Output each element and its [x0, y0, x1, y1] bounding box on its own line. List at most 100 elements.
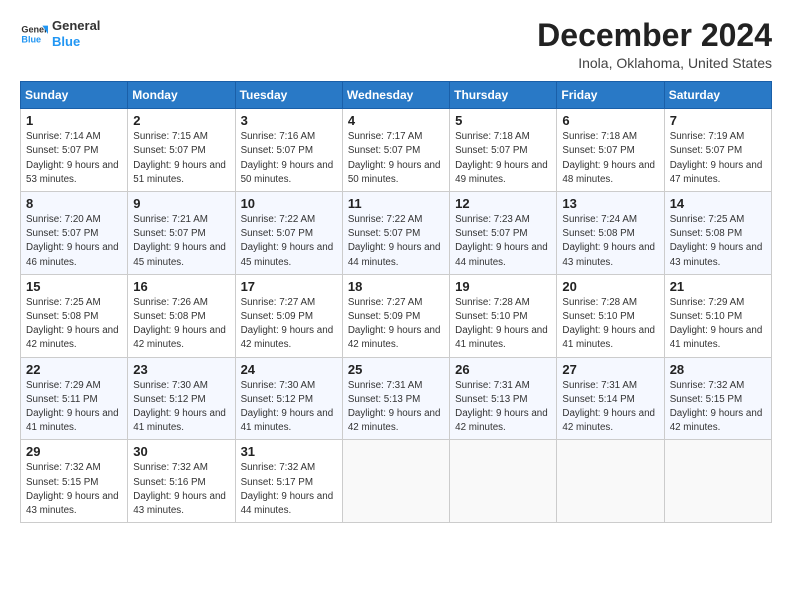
- day-info: Sunrise: 7:30 AMSunset: 5:12 PMDaylight:…: [133, 379, 229, 436]
- calendar-cell: 6 Sunrise: 7:18 AMSunset: 5:07 PMDaylight…: [557, 109, 664, 192]
- day-number: 8: [26, 196, 122, 211]
- day-number: 21: [670, 279, 766, 294]
- day-info: Sunrise: 7:31 AMSunset: 5:13 PMDaylight:…: [455, 379, 551, 436]
- day-info: Sunrise: 7:32 AMSunset: 5:15 PMDaylight:…: [670, 379, 766, 436]
- svg-text:Blue: Blue: [21, 34, 41, 44]
- day-number: 11: [348, 196, 444, 211]
- day-number: 24: [241, 362, 337, 377]
- col-header-wednesday: Wednesday: [342, 82, 449, 109]
- day-info: Sunrise: 7:32 AMSunset: 5:17 PMDaylight:…: [241, 461, 337, 518]
- calendar-cell: 27 Sunrise: 7:31 AMSunset: 5:14 PMDayligh…: [557, 357, 664, 440]
- day-number: 6: [562, 113, 658, 128]
- day-info: Sunrise: 7:23 AMSunset: 5:07 PMDaylight:…: [455, 213, 551, 270]
- day-number: 28: [670, 362, 766, 377]
- logo-blue: Blue: [52, 34, 100, 50]
- day-info: Sunrise: 7:31 AMSunset: 5:14 PMDaylight:…: [562, 379, 658, 436]
- day-number: 16: [133, 279, 229, 294]
- calendar-cell: 2Sunrise: 7:15 AMSunset: 5:07 PMDaylight…: [128, 109, 235, 192]
- day-number: 19: [455, 279, 551, 294]
- calendar-cell: 14Sunrise: 7:25 AMSunset: 5:08 PMDayligh…: [664, 192, 771, 275]
- col-header-sunday: Sunday: [21, 82, 128, 109]
- calendar-cell: 19 Sunrise: 7:28 AMSunset: 5:10 PMDayligh…: [450, 274, 557, 357]
- calendar-cell: [342, 440, 449, 523]
- day-info: Sunrise: 7:28 AMSunset: 5:10 PMDaylight:…: [455, 296, 551, 353]
- day-info: Sunrise: 7:29 AMSunset: 5:11 PMDaylight:…: [26, 379, 122, 436]
- calendar-week-2: 8 Sunrise: 7:20 AMSunset: 5:07 PMDaylight…: [21, 192, 772, 275]
- day-info: Sunrise: 7:31 AMSunset: 5:13 PMDaylight:…: [348, 379, 444, 436]
- day-number: 1: [26, 113, 122, 128]
- title-block: December 2024 Inola, Oklahoma, United St…: [537, 18, 772, 71]
- day-number: 27: [562, 362, 658, 377]
- day-info: Sunrise: 7:28 AMSunset: 5:10 PMDaylight:…: [562, 296, 658, 353]
- calendar-cell: [557, 440, 664, 523]
- day-info: Sunrise: 7:30 AMSunset: 5:12 PMDaylight:…: [241, 379, 337, 436]
- day-number: 20: [562, 279, 658, 294]
- day-info: Sunrise: 7:27 AMSunset: 5:09 PMDaylight:…: [241, 296, 337, 353]
- day-info: Sunrise: 7:24 AMSunset: 5:08 PMDaylight:…: [562, 213, 658, 270]
- calendar-cell: 31 Sunrise: 7:32 AMSunset: 5:17 PMDayligh…: [235, 440, 342, 523]
- calendar-cell: 4 Sunrise: 7:17 AMSunset: 5:07 PMDaylight…: [342, 109, 449, 192]
- day-info: Sunrise: 7:14 AMSunset: 5:07 PMDaylight:…: [26, 130, 122, 187]
- calendar-cell: 28 Sunrise: 7:32 AMSunset: 5:15 PMDayligh…: [664, 357, 771, 440]
- day-number: 13: [562, 196, 658, 211]
- day-info: Sunrise: 7:25 AMSunset: 5:08 PMDaylight:…: [26, 296, 122, 353]
- col-header-saturday: Saturday: [664, 82, 771, 109]
- day-number: 23: [133, 362, 229, 377]
- day-info: Sunrise: 7:29 AMSunset: 5:10 PMDaylight:…: [670, 296, 766, 353]
- page-title: December 2024: [537, 18, 772, 53]
- day-info: Sunrise: 7:18 AMSunset: 5:07 PMDaylight:…: [562, 130, 658, 187]
- calendar-cell: 11Sunrise: 7:22 AMSunset: 5:07 PMDayligh…: [342, 192, 449, 275]
- calendar-cell: 10Sunrise: 7:22 AMSunset: 5:07 PMDayligh…: [235, 192, 342, 275]
- calendar-cell: [450, 440, 557, 523]
- calendar-table: SundayMondayTuesdayWednesdayThursdayFrid…: [20, 81, 772, 523]
- day-number: 31: [241, 444, 337, 459]
- day-number: 26: [455, 362, 551, 377]
- col-header-friday: Friday: [557, 82, 664, 109]
- day-number: 9: [133, 196, 229, 211]
- day-info: Sunrise: 7:27 AMSunset: 5:09 PMDaylight:…: [348, 296, 444, 353]
- day-number: 29: [26, 444, 122, 459]
- calendar-cell: 17 Sunrise: 7:27 AMSunset: 5:09 PMDayligh…: [235, 274, 342, 357]
- calendar-cell: 8 Sunrise: 7:20 AMSunset: 5:07 PMDaylight…: [21, 192, 128, 275]
- day-number: 4: [348, 113, 444, 128]
- calendar-cell: 3 Sunrise: 7:16 AMSunset: 5:07 PMDaylight…: [235, 109, 342, 192]
- day-number: 22: [26, 362, 122, 377]
- day-info: Sunrise: 7:22 AMSunset: 5:07 PMDaylight:…: [241, 213, 337, 270]
- day-number: 3: [241, 113, 337, 128]
- day-number: 17: [241, 279, 337, 294]
- col-header-thursday: Thursday: [450, 82, 557, 109]
- calendar-week-4: 22 Sunrise: 7:29 AMSunset: 5:11 PMDayligh…: [21, 357, 772, 440]
- calendar-cell: 15 Sunrise: 7:25 AMSunset: 5:08 PMDayligh…: [21, 274, 128, 357]
- logo: General Blue General Blue: [20, 18, 100, 49]
- logo-icon: General Blue: [20, 20, 48, 48]
- calendar-cell: 1 Sunrise: 7:14 AMSunset: 5:07 PMDaylight…: [21, 109, 128, 192]
- calendar-week-1: 1 Sunrise: 7:14 AMSunset: 5:07 PMDaylight…: [21, 109, 772, 192]
- col-header-monday: Monday: [128, 82, 235, 109]
- day-number: 30: [133, 444, 229, 459]
- calendar-cell: 23 Sunrise: 7:30 AMSunset: 5:12 PMDayligh…: [128, 357, 235, 440]
- col-header-tuesday: Tuesday: [235, 82, 342, 109]
- day-info: Sunrise: 7:19 AMSunset: 5:07 PMDaylight:…: [670, 130, 766, 187]
- calendar-cell: 18Sunrise: 7:27 AMSunset: 5:09 PMDayligh…: [342, 274, 449, 357]
- calendar-cell: 13 Sunrise: 7:24 AMSunset: 5:08 PMDayligh…: [557, 192, 664, 275]
- day-number: 15: [26, 279, 122, 294]
- calendar-cell: 5 Sunrise: 7:18 AMSunset: 5:07 PMDaylight…: [450, 109, 557, 192]
- day-info: Sunrise: 7:18 AMSunset: 5:07 PMDaylight:…: [455, 130, 551, 187]
- day-info: Sunrise: 7:26 AMSunset: 5:08 PMDaylight:…: [133, 296, 229, 353]
- day-info: Sunrise: 7:32 AMSunset: 5:16 PMDaylight:…: [133, 461, 229, 518]
- day-info: Sunrise: 7:17 AMSunset: 5:07 PMDaylight:…: [348, 130, 444, 187]
- day-number: 25: [348, 362, 444, 377]
- calendar-cell: 21 Sunrise: 7:29 AMSunset: 5:10 PMDayligh…: [664, 274, 771, 357]
- calendar-cell: 29Sunrise: 7:32 AMSunset: 5:15 PMDayligh…: [21, 440, 128, 523]
- calendar-cell: 16 Sunrise: 7:26 AMSunset: 5:08 PMDayligh…: [128, 274, 235, 357]
- day-info: Sunrise: 7:25 AMSunset: 5:08 PMDaylight:…: [670, 213, 766, 270]
- page-subtitle: Inola, Oklahoma, United States: [537, 55, 772, 71]
- day-number: 5: [455, 113, 551, 128]
- calendar-cell: 7Sunrise: 7:19 AMSunset: 5:07 PMDaylight…: [664, 109, 771, 192]
- day-info: Sunrise: 7:16 AMSunset: 5:07 PMDaylight:…: [241, 130, 337, 187]
- calendar-cell: 12Sunrise: 7:23 AMSunset: 5:07 PMDayligh…: [450, 192, 557, 275]
- calendar-cell: 26 Sunrise: 7:31 AMSunset: 5:13 PMDayligh…: [450, 357, 557, 440]
- calendar-cell: 9Sunrise: 7:21 AMSunset: 5:07 PMDaylight…: [128, 192, 235, 275]
- calendar-cell: 20 Sunrise: 7:28 AMSunset: 5:10 PMDayligh…: [557, 274, 664, 357]
- day-info: Sunrise: 7:20 AMSunset: 5:07 PMDaylight:…: [26, 213, 122, 270]
